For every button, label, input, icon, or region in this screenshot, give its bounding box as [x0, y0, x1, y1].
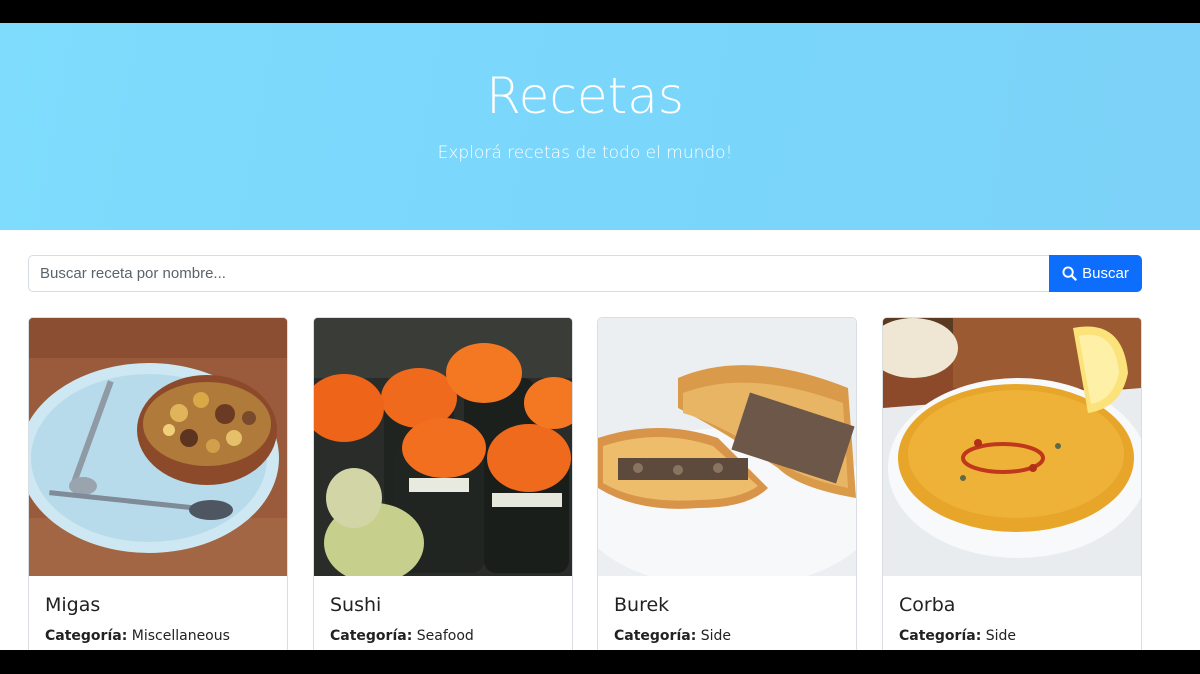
- category-label: Categoría:: [614, 628, 697, 644]
- recipe-category: Categoría: Seafood: [330, 628, 474, 644]
- page: Recetas Explorá recetas de todo el mundo…: [0, 23, 1200, 650]
- search-bar: Buscar: [28, 255, 1142, 292]
- recipe-card[interactable]: Corba Categoría: Side: [882, 317, 1142, 650]
- search-button-label: Buscar: [1082, 265, 1129, 282]
- recipe-image[interactable]: [883, 318, 1141, 576]
- category-label: Categoría:: [45, 628, 128, 644]
- hero-banner: Recetas Explorá recetas de todo el mundo…: [0, 23, 1200, 230]
- category-value: Side: [985, 628, 1017, 644]
- recipe-image[interactable]: [29, 318, 287, 576]
- recipe-card[interactable]: Sushi Categoría: Seafood: [313, 317, 573, 650]
- screen-frame: Recetas Explorá recetas de todo el mundo…: [0, 0, 1200, 674]
- search-input[interactable]: [28, 255, 1049, 292]
- recipe-title: Burek: [614, 594, 670, 616]
- recipe-title: Migas: [45, 594, 101, 616]
- page-subtitle: Explorá recetas de todo el mundo!: [437, 143, 733, 163]
- recipe-category: Categoría: Side: [614, 628, 731, 644]
- recipe-image[interactable]: [598, 318, 856, 576]
- category-label: Categoría:: [899, 628, 982, 644]
- recipe-card[interactable]: Burek Categoría: Side: [597, 317, 857, 650]
- recipe-title: Corba: [899, 594, 956, 616]
- search-button[interactable]: Buscar: [1049, 255, 1142, 292]
- recipe-category: Categoría: Miscellaneous: [45, 628, 230, 644]
- category-label: Categoría:: [330, 628, 413, 644]
- category-value: Seafood: [416, 628, 474, 644]
- search-icon: [1062, 266, 1077, 281]
- page-title: Recetas: [486, 67, 684, 125]
- recipe-image[interactable]: [314, 318, 572, 576]
- recipe-category: Categoría: Side: [899, 628, 1016, 644]
- category-value: Side: [700, 628, 732, 644]
- recipe-card[interactable]: Migas Categoría: Miscellaneous: [28, 317, 288, 650]
- category-value: Miscellaneous: [131, 628, 230, 644]
- recipe-title: Sushi: [330, 594, 382, 616]
